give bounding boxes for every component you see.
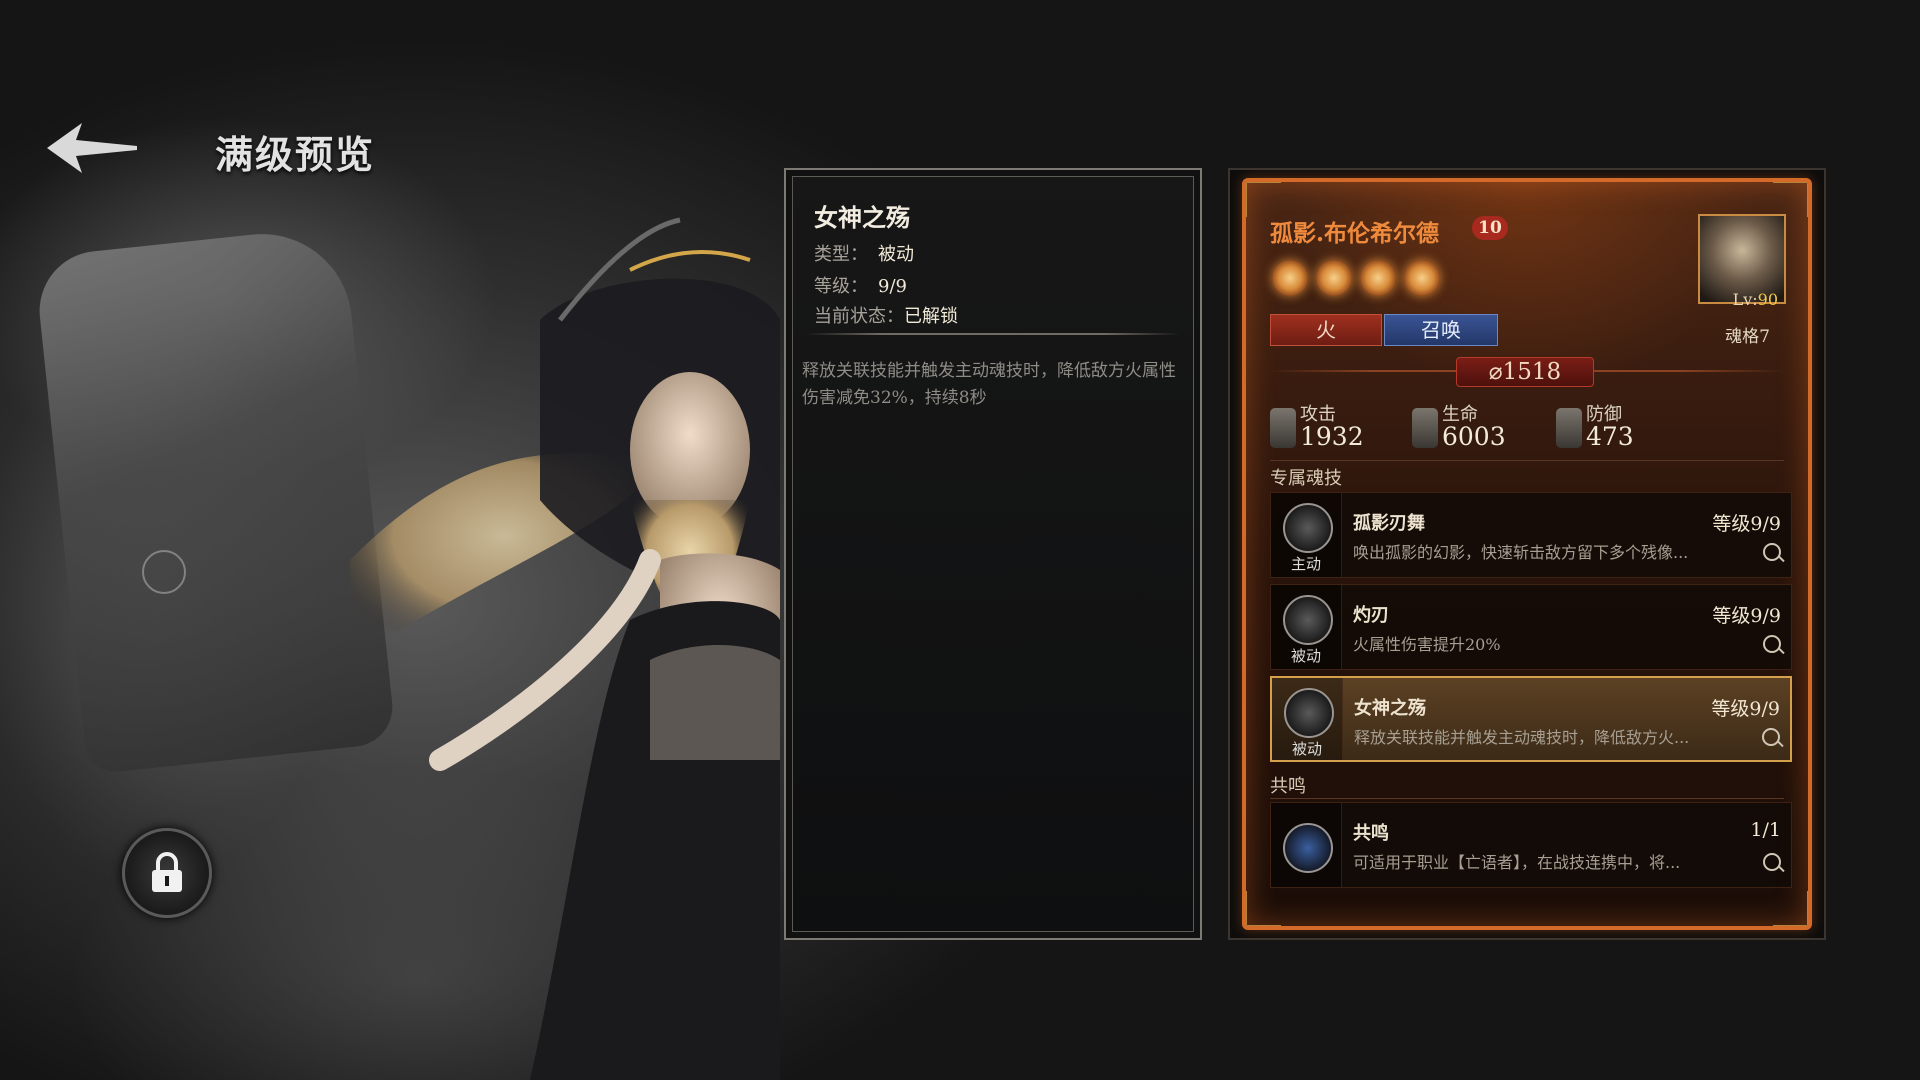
element-tag: 火 <box>1270 314 1382 346</box>
chevron-down-icon[interactable] <box>1515 914 1551 926</box>
zoom-icon[interactable] <box>1762 728 1780 746</box>
heart-icon <box>1412 408 1438 448</box>
skill-item[interactable]: 主动 孤影刃舞 等级9/9 唤出孤影的幻影，快速斩击敌方留下多个残像... <box>1270 492 1792 578</box>
detail-type-label: 类型： <box>814 244 868 265</box>
goddess-icon <box>1284 688 1334 738</box>
shield-icon <box>1556 408 1582 448</box>
frame-corner <box>1246 182 1281 217</box>
detail-level-value: 9/9 <box>878 276 907 297</box>
zoom-icon[interactable] <box>1763 635 1781 653</box>
skill-type: 被动 <box>1290 647 1321 665</box>
hero-frame: 孤影.布伦希尔德 10 火 召唤 Lv:90 魂格7 ⌀1518 攻击 1932… <box>1242 178 1812 930</box>
portrait-level: Lv:90 <box>1733 290 1778 309</box>
power-value: 1518 <box>1502 359 1562 385</box>
zoom-icon[interactable] <box>1763 543 1781 561</box>
skill-desc: 火属性伤害提升20% <box>1353 635 1501 654</box>
detail-type-value: 被动 <box>878 244 914 265</box>
lock-button[interactable] <box>122 828 212 918</box>
skill-item-selected[interactable]: 被动 女神之殇 等级9/9 释放关联技能并触发主动魂技时，降低敌方火... <box>1270 676 1792 762</box>
skill-level: 1/1 <box>1750 819 1781 841</box>
stat-attack: 攻击 1932 <box>1270 400 1430 454</box>
stat-value: 1932 <box>1300 422 1364 451</box>
section-divider <box>1270 460 1784 461</box>
skill-desc: 可适用于职业【亡语者】，在战技连携中，将... <box>1353 853 1681 872</box>
skill-level: 等级9/9 <box>1712 513 1781 535</box>
skill-name: 共鸣 <box>1353 823 1389 844</box>
skill-type: 主动 <box>1290 555 1321 573</box>
flame-blade-icon <box>1283 595 1333 645</box>
skill-icon-box: 主动 <box>1271 493 1342 577</box>
skill-detail-panel: 女神之殇 类型： 被动 等级： 9/9 当前状态：已解锁 释放关联技能并触发主动魂技… <box>784 168 1202 940</box>
rune-icon <box>142 550 186 594</box>
zoom-icon[interactable] <box>1763 853 1781 871</box>
skill-icon-box: 被动 <box>1272 678 1343 760</box>
lock-icon <box>152 852 182 892</box>
skill-level: 等级9/9 <box>1711 698 1780 720</box>
combat-power: ⌀1518 <box>1456 357 1594 387</box>
skill-type: 被动 <box>1291 740 1322 758</box>
frame-corner <box>1246 891 1281 926</box>
detail-description: 释放关联技能并触发主动魂技时，降低敌方火属性伤害减免32%，持续8秒 <box>802 361 1176 408</box>
star-rating <box>1272 260 1440 296</box>
hero-name: 孤影.布伦希尔德 <box>1270 220 1440 247</box>
stat-value: 6003 <box>1442 422 1506 451</box>
character-artwork <box>350 217 780 1080</box>
stat-defense: 防御 473 <box>1556 400 1716 454</box>
detail-skill-name: 女神之殇 <box>814 203 910 232</box>
skill-name: 孤影刃舞 <box>1353 513 1425 534</box>
resonance-icon <box>1283 823 1333 873</box>
detail-divider <box>806 333 1180 335</box>
hero-info-panel: 孤影.布伦希尔德 10 火 召唤 Lv:90 魂格7 ⌀1518 攻击 1932… <box>1228 168 1826 940</box>
skill-level: 等级9/9 <box>1712 605 1781 627</box>
skill-name: 灼刃 <box>1353 605 1389 626</box>
star-icon <box>1272 260 1308 296</box>
skill-desc: 唤出孤影的幻影，快速斩击敌方留下多个残像... <box>1353 543 1689 562</box>
detail-status-row: 当前状态：已解锁 <box>814 302 958 328</box>
blade-dance-icon <box>1283 503 1333 553</box>
detail-level-row: 等级： 9/9 <box>814 272 907 298</box>
detail-status-label: 当前状态： <box>814 306 904 327</box>
level-label: Lv: <box>1732 290 1758 309</box>
back-arrow-icon[interactable] <box>42 118 142 178</box>
detail-level-label: 等级： <box>814 276 868 297</box>
skill-icon-box <box>1271 803 1342 887</box>
star-icon <box>1316 260 1352 296</box>
rank-badge: 10 <box>1472 216 1508 240</box>
skill-name: 女神之殇 <box>1354 698 1426 719</box>
section-divider <box>1270 798 1784 799</box>
stat-value: 473 <box>1586 422 1634 451</box>
frame-corner <box>1773 182 1808 217</box>
class-tag: 召唤 <box>1384 314 1498 346</box>
level-value: 90 <box>1757 290 1778 309</box>
resonance-item[interactable]: 共鸣 1/1 可适用于职业【亡语者】，在战技连携中，将... <box>1270 802 1792 888</box>
star-icon <box>1360 260 1396 296</box>
detail-status-value: 已解锁 <box>904 306 958 327</box>
power-icon: ⌀ <box>1488 359 1503 385</box>
page-title: 满级预览 <box>215 132 376 177</box>
skill-desc: 释放关联技能并触发主动魂技时，降低敌方火... <box>1354 728 1690 747</box>
section-title-resonance: 共鸣 <box>1270 776 1306 797</box>
soul-grade: 魂格7 <box>1725 327 1770 347</box>
frame-corner <box>1773 891 1808 926</box>
skill-icon-box: 被动 <box>1271 585 1342 669</box>
detail-type-row: 类型： 被动 <box>814 240 914 266</box>
stat-hp: 生命 6003 <box>1412 400 1572 454</box>
skill-item[interactable]: 被动 灼刃 等级9/9 火属性伤害提升20% <box>1270 584 1792 670</box>
star-icon <box>1404 260 1440 296</box>
sword-icon <box>1270 408 1296 448</box>
section-title-exclusive: 专属魂技 <box>1270 468 1342 489</box>
